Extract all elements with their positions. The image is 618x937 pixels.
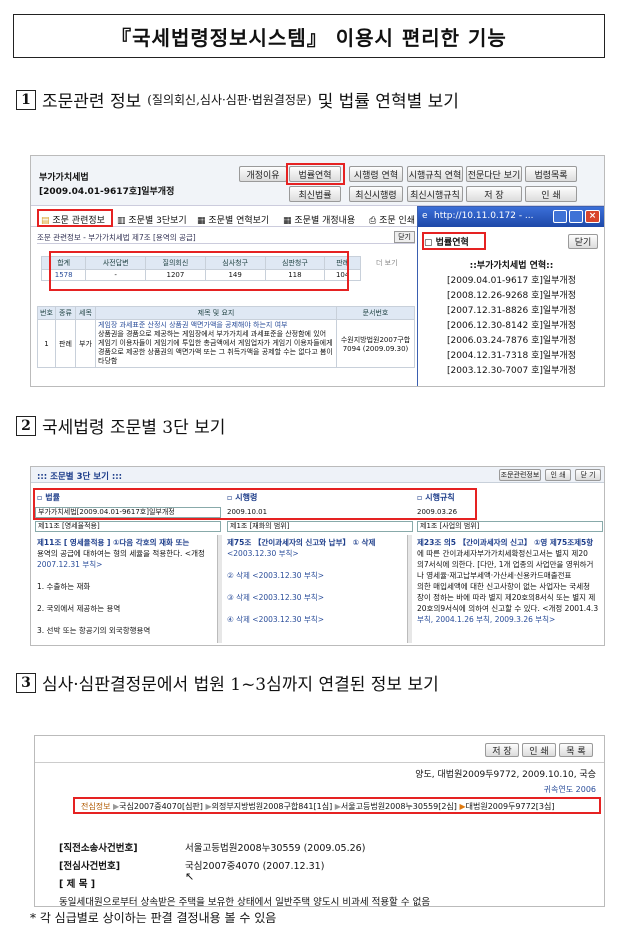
print-button[interactable]: 인 쇄 — [522, 743, 556, 757]
history-item[interactable]: [2006.03.24-7876 호]일부개정 — [418, 334, 604, 349]
popup-close-button[interactable]: 닫기 — [568, 234, 598, 249]
chain-link[interactable]: 국심2007중4070[심판] — [119, 802, 203, 811]
close-button[interactable]: 닫 기 — [575, 469, 601, 481]
history-heading: ::부가가치세법 연혁:: — [469, 261, 554, 271]
footer-note: * 각 심급별로 상이하는 판결 결정내용 볼 수 있음 — [30, 911, 277, 925]
popup-url: http://10.11.0.172 - ... — [434, 211, 534, 221]
section-number: 3 — [16, 672, 36, 693]
history-popup-window: e http://10.11.0.172 - ... × ▢ 법률연혁 닫기 :… — [417, 206, 604, 386]
scrollbar[interactable] — [217, 535, 222, 643]
result-title-link[interactable]: 게임장 과세표준 산정시 상품권 액면가액을 공제해야 하는지 여부 — [98, 321, 287, 329]
popup-titlebar: e http://10.11.0.172 - ... × — [418, 207, 604, 227]
court-chain: 전심정보 ▶국심2007중4070[심판] ▶의정부지방법원2008구합841[… — [81, 801, 554, 812]
decree-history-button[interactable]: 시행령 연혁 — [349, 166, 403, 182]
law-article-select[interactable]: 제11조 [영세율적용] — [35, 521, 221, 532]
document-icon: ▦ — [283, 216, 292, 226]
document-id-line: 양도, 대법원2009두9772, 2009.10.10, 국승 — [415, 770, 596, 780]
field-label: [직전소송사건번호] — [59, 843, 138, 854]
law-list-button[interactable]: 법령목록 — [525, 166, 577, 182]
results-header: 번호 — [37, 306, 56, 320]
section-2-heading: 2 국세법령 조문별 3단 보기 — [16, 413, 225, 438]
document-icon: ▦ — [197, 216, 206, 226]
table-row[interactable]: 1 판례 부가 게임장 과세표준 산정시 상품권 액면가액을 공제해야 하는지 … — [37, 319, 415, 368]
latest-rule-button[interactable]: 최신시행규칙 — [407, 186, 463, 202]
related-info-button[interactable]: 조문관련정보 — [499, 469, 541, 481]
highlight-column-headers — [33, 488, 477, 520]
mouse-cursor-icon: ↖ — [185, 870, 195, 883]
history-item[interactable]: [2003.12.30-7007 호]일부개정 — [418, 364, 604, 379]
year-tag: 귀속연도 2006 — [543, 785, 596, 794]
section-3-heading: 3 심사·심판결정문에서 법원 1~3심까지 연결된 정보 보기 — [16, 670, 439, 695]
law-revision: [2009.04.01-9617호]일부개정 — [39, 187, 175, 197]
page-title: 『국세법령정보시스템』 이용시 편리한 기능 — [13, 14, 605, 58]
history-item[interactable]: [2006.12.30-8142 호]일부개정 — [418, 319, 604, 334]
field-label: [전심사건번호] — [59, 861, 121, 872]
divider — [35, 762, 604, 763]
results-header: 제목 및 요지 — [95, 306, 337, 320]
rule-article-text: 제23조 의5 【간이과세자의 신고】 ①영 제75조제5항 에 따른 간이과세… — [417, 538, 599, 624]
field-value: 서울고등법원2008누30559 (2009.05.26) — [185, 843, 366, 854]
highlight-popup-tab — [422, 232, 486, 250]
latest-law-button[interactable]: 최신법률 — [289, 186, 341, 202]
chain-link[interactable]: 의정부지방법원2008구합841[1심] — [212, 802, 333, 811]
minimize-icon[interactable] — [553, 210, 567, 223]
history-item[interactable]: [2007.12.31-8826 호]일부개정 — [418, 304, 604, 319]
law-article-text: 제11조 [ 영세율적용 ] ①다음 각호의 재화 또는 용역의 공급에 대하여… — [37, 538, 205, 635]
case-summary: 동일세대원으로부터 상속받은 주택을 보유한 상태에서 일반주택 양도시 비과세… — [59, 897, 431, 907]
screenshot-three-column: ::: 조문별 3단 보기 ::: 조문관련정보 인 쇄 닫 기 ▫ 법률 ▫ … — [30, 466, 605, 646]
close-icon[interactable]: × — [585, 210, 600, 223]
print-button[interactable]: 인 쇄 — [545, 469, 571, 481]
chain-label: 전심정보 — [81, 802, 111, 811]
printer-icon: ⎙ — [369, 216, 377, 226]
history-item[interactable]: [2004.12.31-7318 호]일부개정 — [418, 349, 604, 364]
screenshot-court-chain: 저 장 인 쇄 목 록 양도, 대법원2009두9772, 2009.10.10… — [34, 735, 605, 907]
columns-icon: ▥ — [117, 216, 126, 226]
decree-article-select[interactable]: 제1조 [재화의 범위] — [227, 521, 413, 532]
results-table: 번호 종류 세목 제목 및 요지 문서번호 1 판례 부가 게임장 과세표준 산… — [37, 306, 415, 368]
results-header: 문서번호 — [336, 306, 415, 320]
chain-link[interactable]: 서울고등법원2008누30559[2심] — [341, 802, 457, 811]
ie-icon: e — [422, 211, 428, 221]
tab-history[interactable]: ▦ 조문별 연혁보기 — [197, 213, 269, 226]
full-multi-view-button[interactable]: 전문다단 보기 — [466, 166, 522, 182]
latest-decree-button[interactable]: 최신시행령 — [349, 186, 403, 202]
panel-close-button[interactable]: 닫기 — [394, 231, 415, 243]
save-button[interactable]: 저 장 — [485, 743, 519, 757]
screenshot-law-related-info: 부가가치세법 [2009.04.01-9617호]일부개정 개정이유 법률연혁 … — [30, 155, 605, 387]
section-number: 2 — [16, 415, 36, 436]
maximize-icon[interactable] — [569, 210, 583, 223]
rule-history-button[interactable]: 시행규칙 연혁 — [407, 166, 463, 182]
highlight-law-history — [286, 163, 345, 185]
highlight-related-info-tab — [37, 209, 113, 227]
three-col-title: ::: 조문별 3단 보기 ::: — [37, 472, 123, 482]
history-item[interactable]: [2008.12.26-9268 호]일부개정 — [418, 289, 604, 304]
tab-three-column[interactable]: ▥ 조문별 3단보기 — [117, 213, 187, 226]
revision-reason-button[interactable]: 개정이유 — [239, 166, 287, 182]
field-value: 국심2007중4070 (2007.12.31) — [185, 861, 325, 872]
rule-article-select[interactable]: 제1조 [사업의 범위] — [417, 521, 603, 532]
section-number: 1 — [16, 89, 36, 110]
list-button[interactable]: 목 록 — [559, 743, 593, 757]
chain-link-current[interactable]: 대법원2009두9772[3심] — [466, 802, 555, 811]
field-label: [ 제 목 ] — [59, 879, 96, 890]
scrollbar[interactable] — [407, 535, 412, 643]
print-button[interactable]: 인 쇄 — [525, 186, 577, 202]
tab-amendments[interactable]: ▦ 조문별 개정내용 — [283, 213, 355, 226]
panel-header: 조문 관련정보 - 부가가치세법 제7조 [용역의 공급] 닫기 — [37, 231, 415, 244]
more-button[interactable]: 더 보기 — [376, 258, 398, 268]
law-name: 부가가치세법 — [39, 173, 89, 183]
history-item[interactable]: [2009.04.01-9617 호]일부개정 — [418, 274, 604, 289]
tab-print[interactable]: ⎙ 조문 인쇄 — [369, 213, 415, 226]
panel-title: 조문 관련정보 - 부가가치세법 제7조 [용역의 공급] — [37, 233, 196, 242]
history-list: ::부가가치세법 연혁:: [2009.04.01-9617 호]일부개정 [2… — [418, 259, 604, 379]
results-header: 종류 — [55, 306, 76, 320]
highlight-stats — [49, 251, 349, 291]
result-summary: 상품권을 경품으로 제공하는 게임장에서 부가가치세 과세표준을 산정함에 있어… — [98, 330, 333, 365]
save-button[interactable]: 저 장 — [466, 186, 522, 202]
results-header: 세목 — [75, 306, 96, 320]
section-1-heading: 1 조문관련 정보 (질의회신,심사·심판·법원결정문) 및 법률 연혁별 보기 — [16, 87, 459, 112]
decree-article-text: 제75조 【간이과세자의 신고와 납부】 ① 삭제 <2003.12.30 부칙… — [227, 538, 376, 624]
